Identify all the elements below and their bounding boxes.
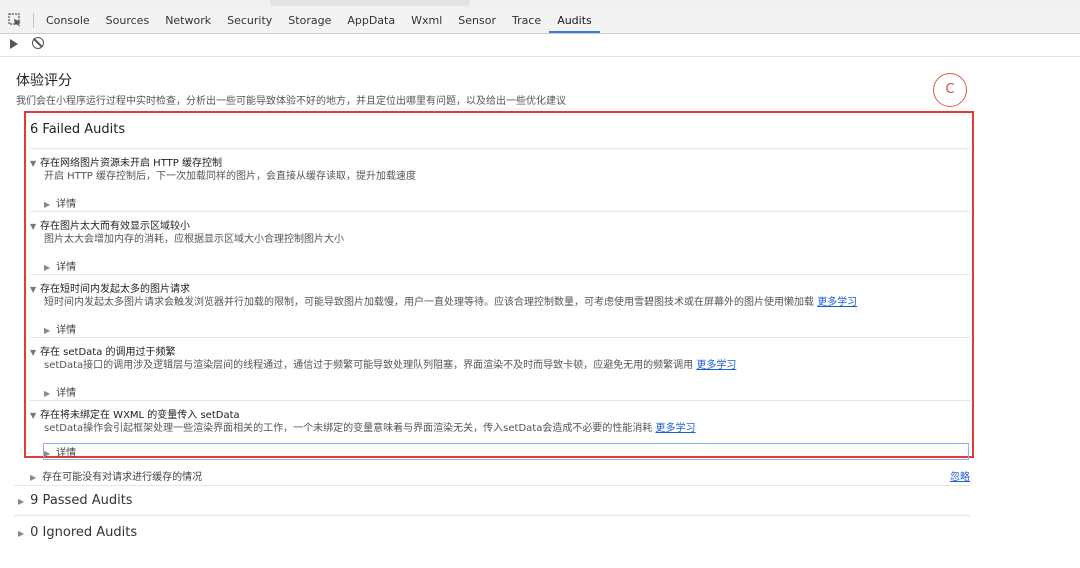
audit-description-text: setData操作会引起框架处理一些渲染界面相关的工作，一个未绑定的变量意味着与… bbox=[44, 423, 653, 434]
tab-wxml[interactable]: Wxml bbox=[403, 8, 450, 33]
passed-audits-group[interactable]: ▶ 9 Passed Audits bbox=[18, 493, 133, 508]
inspect-element-icon[interactable] bbox=[8, 13, 22, 27]
audit-detail-toggle[interactable]: ▶ 详情 bbox=[44, 384, 76, 399]
collapsed-triangle-icon: ▶ bbox=[44, 326, 51, 335]
passed-audits-title: 9 Passed Audits bbox=[30, 493, 133, 508]
divider bbox=[14, 515, 970, 516]
divider bbox=[30, 337, 970, 338]
ignore-link[interactable]: 忽略 bbox=[950, 468, 970, 483]
learn-more-link[interactable]: 更多学习 bbox=[817, 297, 857, 308]
window-top-strip bbox=[0, 0, 1080, 8]
page-subtitle: 我们会在小程序运行过程中实时检查，分析出一些可能导致体验不好的地方，并且定位出哪… bbox=[16, 96, 566, 107]
learn-more-link[interactable]: 更多学习 bbox=[656, 423, 696, 434]
tab-trace[interactable]: Trace bbox=[504, 8, 549, 33]
grade-badge: C bbox=[933, 73, 967, 107]
tab-separator bbox=[33, 13, 34, 28]
collapsed-triangle-icon: ▶ bbox=[18, 529, 25, 538]
expand-triangle-icon: ▼ bbox=[30, 222, 37, 231]
divider bbox=[14, 485, 970, 486]
detail-label: 详情 bbox=[56, 388, 77, 399]
tab-appdata[interactable]: AppData bbox=[339, 8, 403, 33]
collapsed-triangle-icon: ▶ bbox=[18, 497, 25, 506]
audit-description: 短时间内发起太多图片请求会触发浏览器并行加载的限制，可能导致图片加载慢，用户一直… bbox=[44, 293, 857, 308]
tab-audits[interactable]: Audits bbox=[549, 8, 600, 33]
audit-detail-toggle[interactable]: ▶ 详情 bbox=[44, 195, 76, 210]
browser-tab-fragment bbox=[270, 0, 470, 6]
detail-label: 详情 bbox=[56, 199, 77, 210]
divider bbox=[30, 400, 970, 401]
expand-triangle-icon: ▼ bbox=[30, 285, 37, 294]
devtools-tabbar: Console Sources Network Security Storage… bbox=[0, 8, 1080, 34]
audit-description-text: 短时间内发起太多图片请求会触发浏览器并行加载的限制，可能导致图片加载慢，用户一直… bbox=[44, 297, 814, 308]
tab-security[interactable]: Security bbox=[219, 8, 280, 33]
tab-list: Console Sources Network Security Storage… bbox=[38, 8, 600, 33]
audit-description-text: setData接口的调用涉及逻辑层与渲染层间的线程通过，通信过于频繁可能导致处理… bbox=[44, 360, 694, 371]
ignored-audits-group[interactable]: ▶ 0 Ignored Audits bbox=[18, 525, 137, 540]
expand-triangle-icon: ▼ bbox=[30, 159, 37, 168]
failed-audits-title[interactable]: 6 Failed Audits bbox=[30, 122, 125, 137]
tab-network[interactable]: Network bbox=[157, 8, 219, 33]
collapsed-triangle-icon: ▶ bbox=[44, 449, 51, 458]
audit-description: setData操作会引起框架处理一些渲染界面相关的工作，一个未绑定的变量意味着与… bbox=[44, 419, 696, 434]
audit-description: 开启 HTTP 缓存控制后，下一次加载同样的图片，会直接从缓存读取，提升加载速度 bbox=[44, 167, 416, 182]
ignored-audits-title: 0 Ignored Audits bbox=[30, 525, 138, 540]
collapsed-triangle-icon: ▶ bbox=[44, 389, 51, 398]
tab-sources[interactable]: Sources bbox=[98, 8, 158, 33]
tab-sensor[interactable]: Sensor bbox=[450, 8, 504, 33]
collapsed-triangle-icon: ▶ bbox=[44, 263, 51, 272]
divider bbox=[30, 274, 970, 275]
divider bbox=[30, 211, 970, 212]
detail-label: 详情 bbox=[56, 448, 77, 459]
page-title: 体验评分 bbox=[16, 73, 72, 89]
audit-description: setData接口的调用涉及逻辑层与渲染层间的线程通过，通信过于频繁可能导致处理… bbox=[44, 356, 736, 371]
audit-description-text: 开启 HTTP 缓存控制后，下一次加载同样的图片，会直接从缓存读取，提升加载速度 bbox=[44, 171, 416, 182]
tab-console[interactable]: Console bbox=[38, 8, 98, 33]
audit-detail-toggle[interactable]: ▶ 详情 bbox=[44, 258, 76, 273]
detail-label: 详情 bbox=[56, 325, 77, 336]
tab-storage[interactable]: Storage bbox=[280, 8, 339, 33]
learn-more-link[interactable]: 更多学习 bbox=[696, 360, 736, 371]
run-audit-icon[interactable] bbox=[10, 39, 18, 49]
expand-triangle-icon: ▼ bbox=[30, 348, 37, 357]
divider bbox=[30, 148, 970, 149]
audit-item-collapsed[interactable]: ▶ 存在可能没有对请求进行缓存的情况 忽略 bbox=[30, 468, 970, 483]
audit-detail-toggle[interactable]: ▶ 详情 bbox=[43, 443, 969, 460]
clear-icon[interactable] bbox=[32, 37, 44, 49]
collapsed-triangle-icon: ▶ bbox=[44, 200, 51, 209]
audit-description: 图片太大会增加内存的消耗，应根据显示区域大小合理控制图片大小 bbox=[44, 230, 344, 245]
audits-toolbar bbox=[0, 34, 1080, 57]
audit-title-text: 存在可能没有对请求进行缓存的情况 bbox=[42, 472, 203, 483]
detail-label: 详情 bbox=[56, 262, 77, 273]
audit-description-text: 图片太大会增加内存的消耗，应根据显示区域大小合理控制图片大小 bbox=[44, 234, 344, 245]
audit-detail-toggle[interactable]: ▶ 详情 bbox=[44, 321, 76, 336]
collapsed-triangle-icon: ▶ bbox=[30, 473, 37, 482]
expand-triangle-icon: ▼ bbox=[30, 411, 37, 420]
